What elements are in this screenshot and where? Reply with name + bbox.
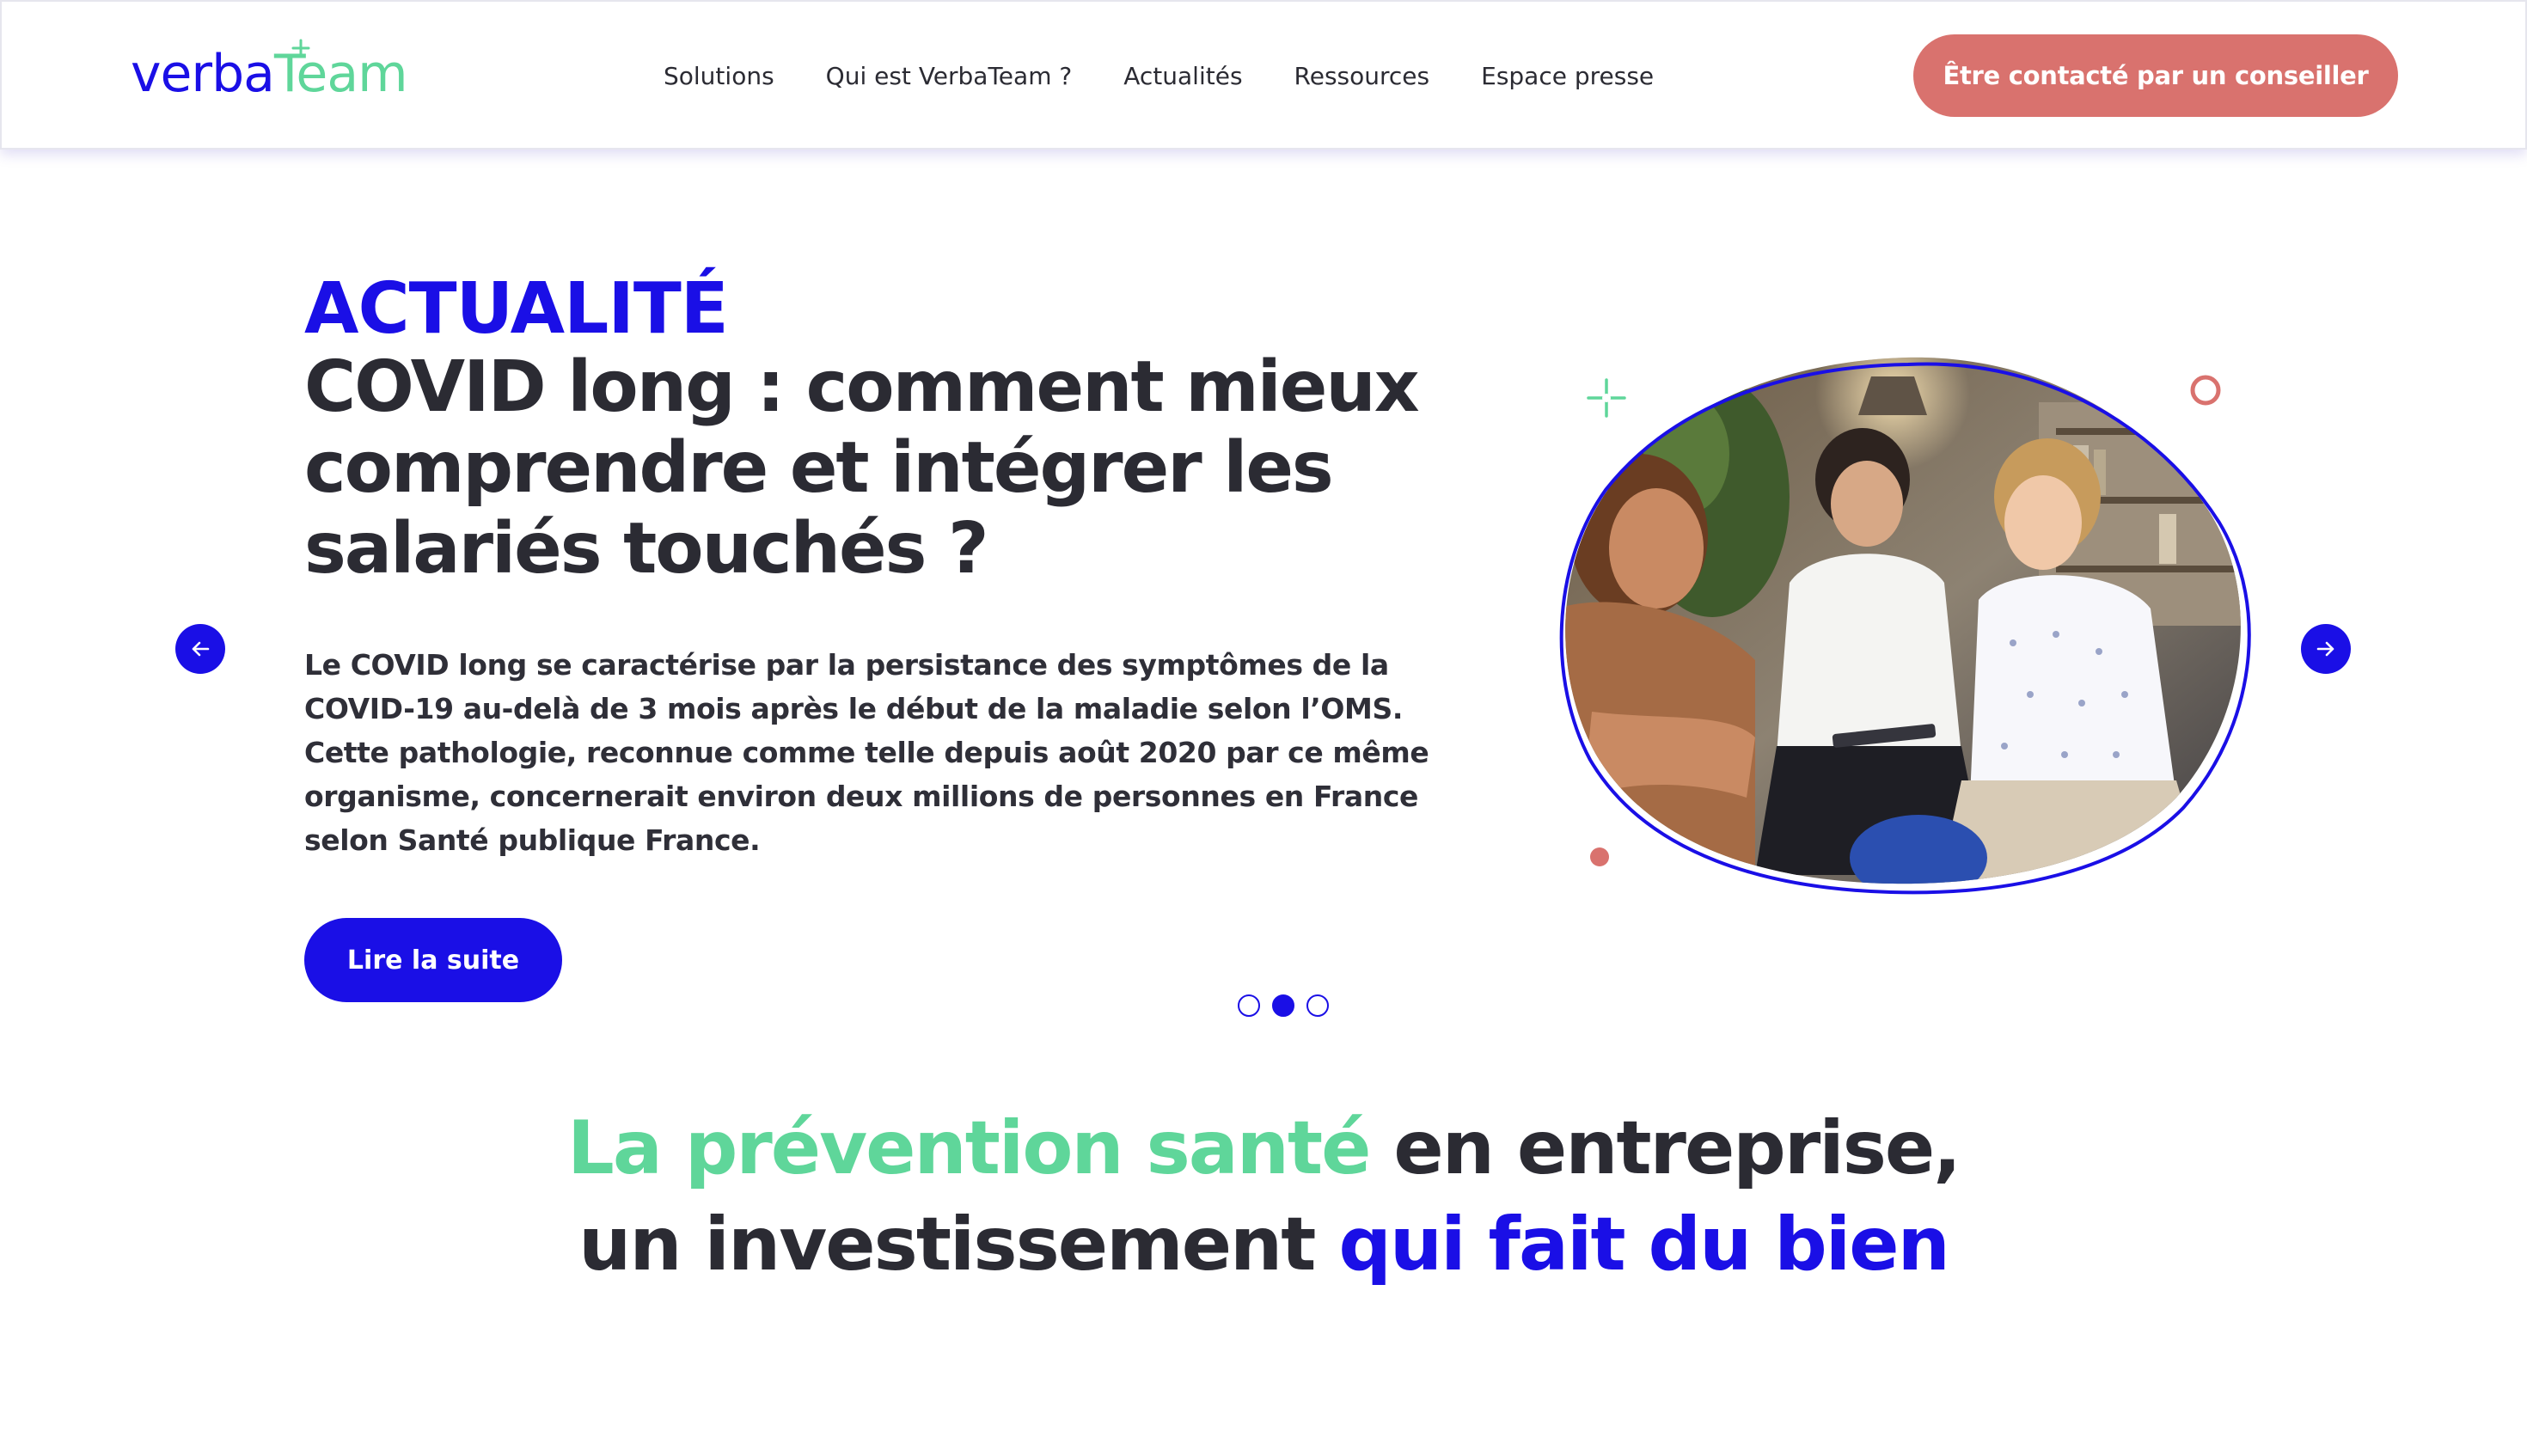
main-nav: Solutions Qui est VerbaTeam ? Actualités… [664,52,1654,100]
logo-text-verba: verba [131,44,275,104]
carousel-dot-1[interactable] [1238,994,1260,1017]
read-more-button[interactable]: Lire la suite [304,918,562,1002]
tagline-highlight-green: La prévention santé [567,1105,1371,1191]
logo-spark-icon [291,39,310,58]
carousel-next-button[interactable] [2301,624,2351,674]
tagline-line-1: La prévention santé en entreprise, [0,1100,2527,1196]
prevention-tagline: La prévention santé en entreprise, un in… [0,1100,2527,1293]
arrow-left-icon [192,641,210,657]
nav-item-espace-presse[interactable]: Espace presse [1481,62,1654,90]
hero-photo-women-meeting [1559,357,2251,895]
carousel-pagination [1238,994,1329,1018]
logo-text-team: Team [274,39,408,104]
contact-advisor-button[interactable]: Être contacté par un conseiller [1913,34,2398,117]
nav-item-qui-est-verbateam[interactable]: Qui est VerbaTeam ? [826,62,1073,90]
nav-item-actualites[interactable]: Actualités [1123,62,1242,90]
carousel-dot-3[interactable] [1306,994,1329,1017]
nav-item-ressources[interactable]: Ressources [1294,62,1430,90]
site-header: verba Team Solutions Qui est VerbaTeam ? … [0,0,2527,150]
arrow-right-icon [2316,641,2334,657]
verbateam-logo[interactable]: verba Team [131,39,408,108]
carousel-dot-2-active[interactable] [1272,994,1294,1017]
nav-item-solutions[interactable]: Solutions [664,62,774,90]
tagline-text-1: en entreprise, [1369,1105,1961,1191]
hero-description: Le COVID long se caractérise par la pers… [304,648,1429,857]
tagline-highlight-blue: qui fait du bien [1338,1202,1949,1288]
hero-kicker: ACTUALITÉ [304,268,729,350]
hero-title: COVID long : comment mieux comprendre et… [304,346,1420,590]
tagline-line-2: un investissement qui fait du bien [0,1196,2527,1293]
carousel-prev-button[interactable] [175,624,225,674]
tagline-text-2: un investissement [578,1202,1339,1288]
